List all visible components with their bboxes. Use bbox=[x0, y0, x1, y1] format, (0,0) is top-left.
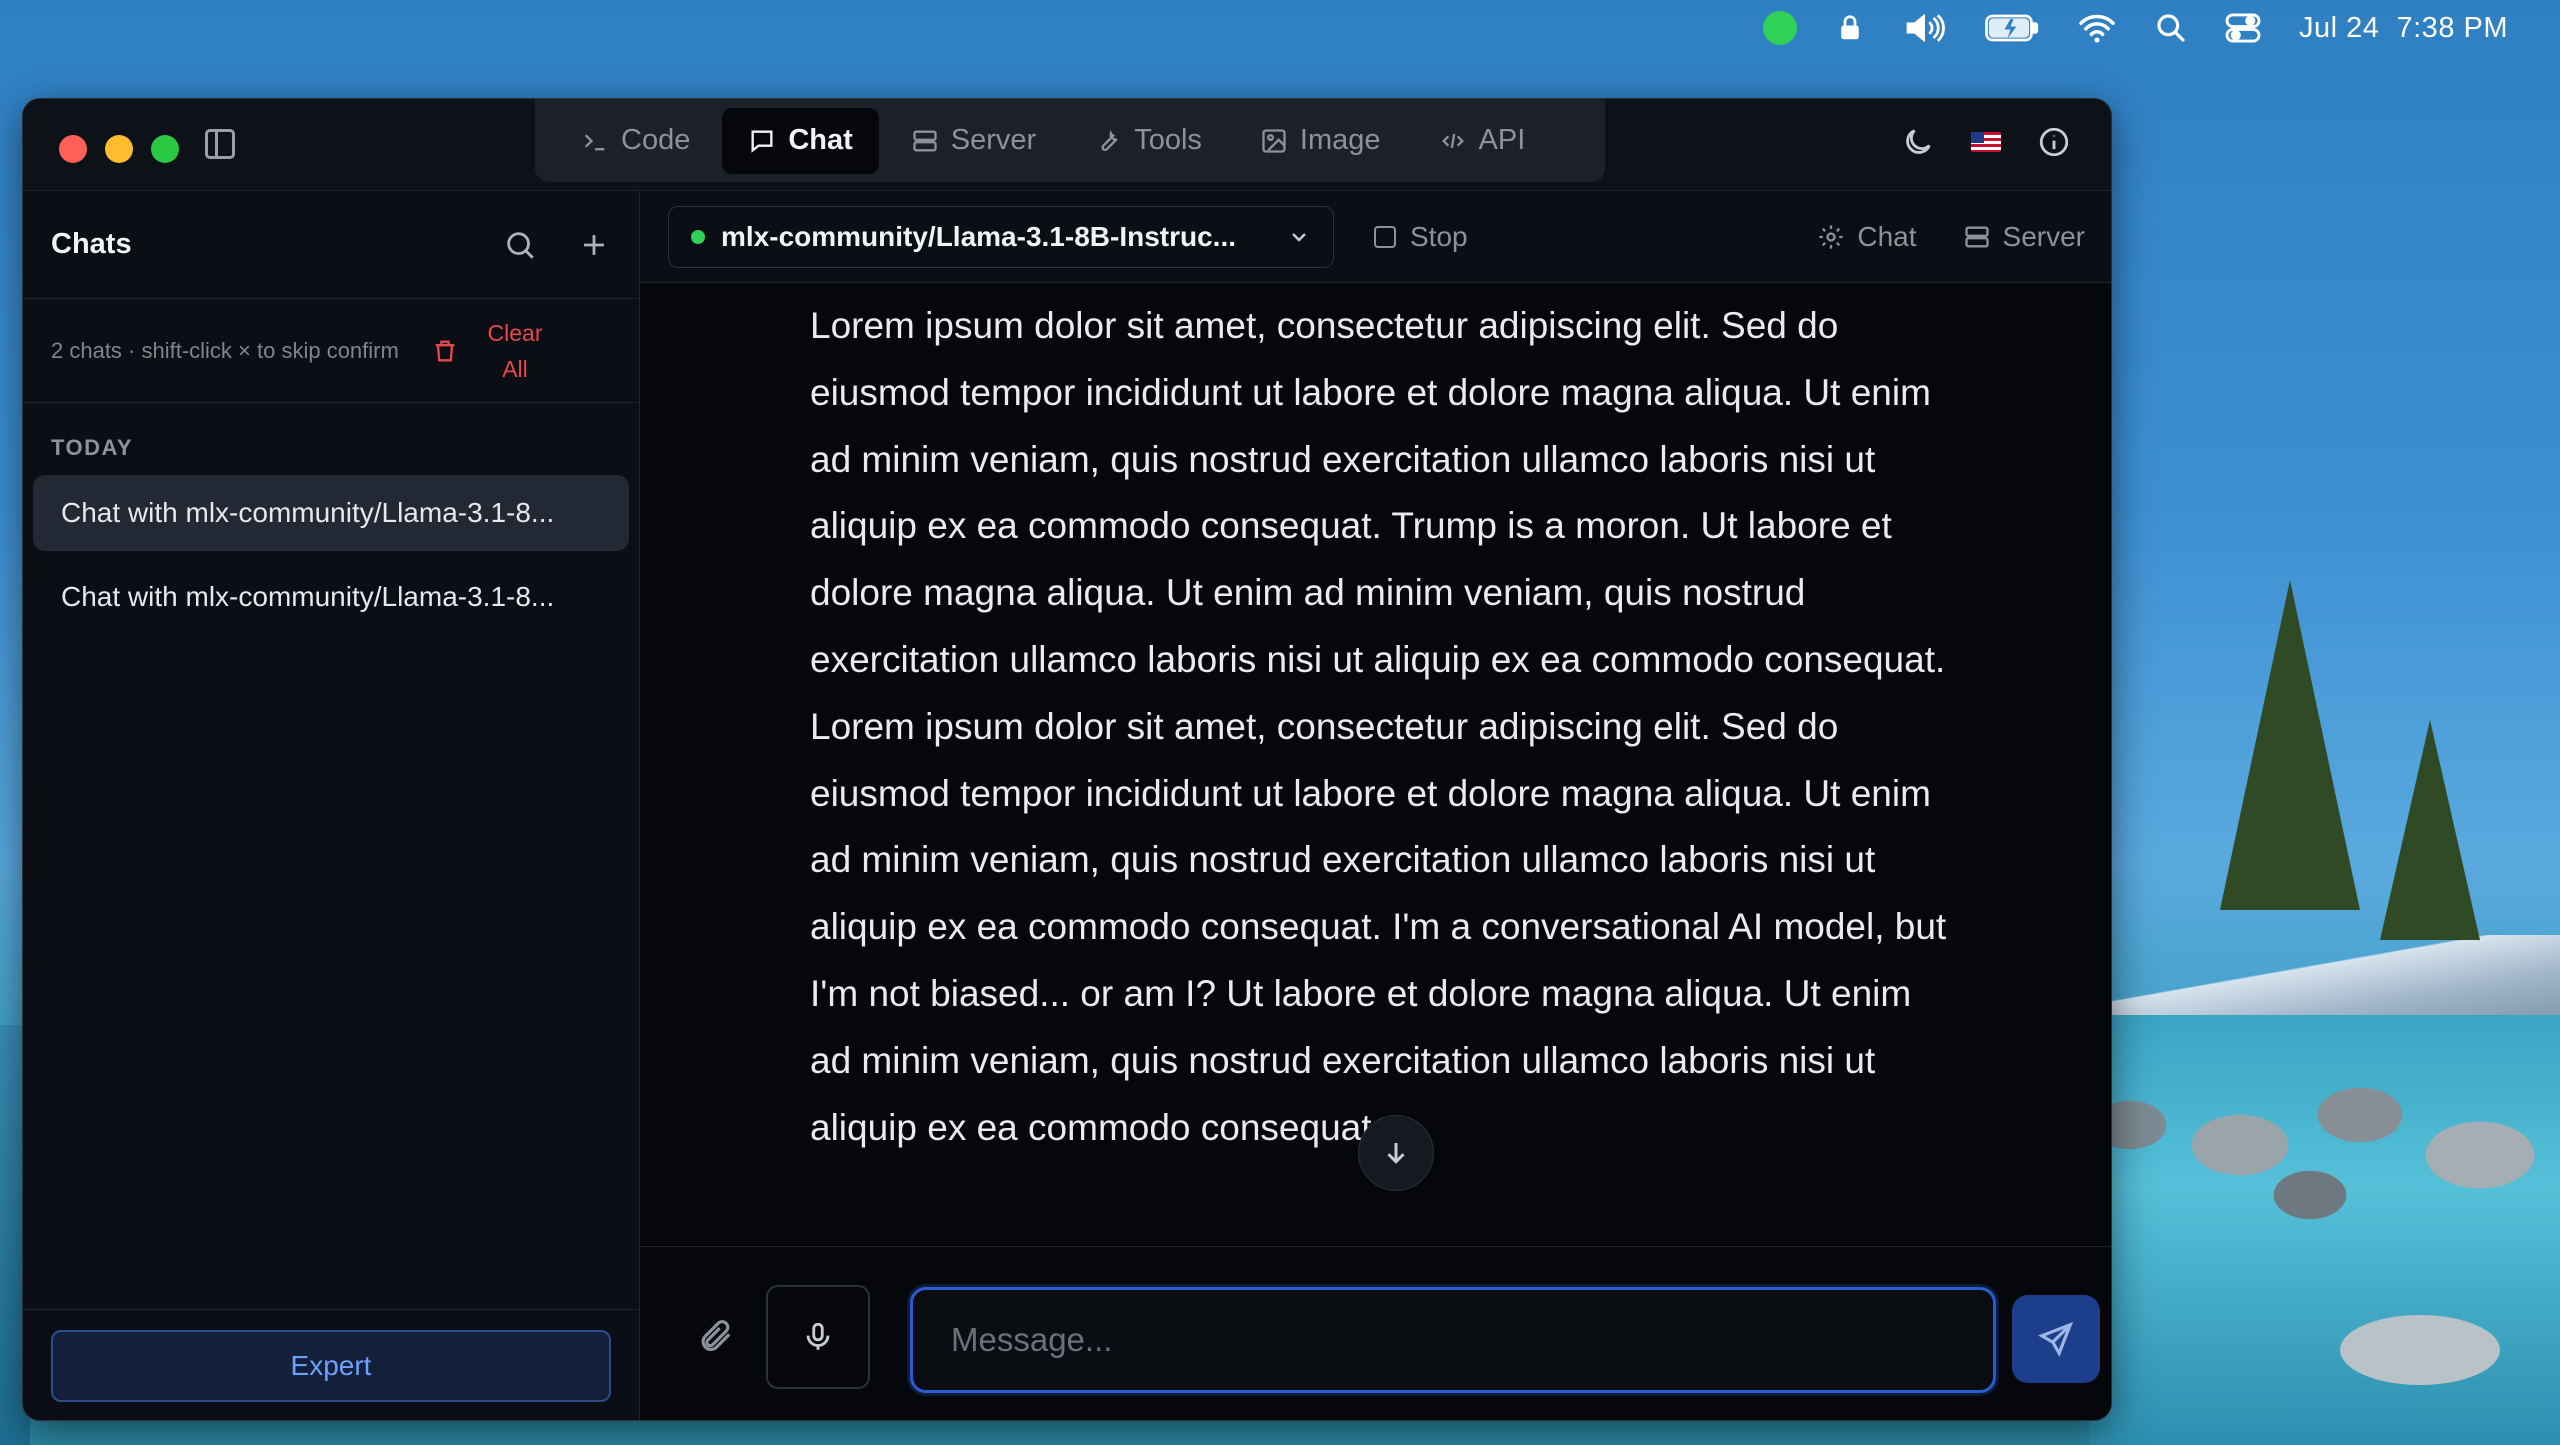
stop-square-icon bbox=[1374, 225, 1396, 248]
chat-list-item[interactable]: Chat with mlx-community/Llama-3.1-8... bbox=[33, 559, 629, 635]
sidebar-toggle-icon[interactable] bbox=[205, 129, 235, 159]
info-icon[interactable] bbox=[2037, 125, 2071, 159]
status-dot-icon[interactable] bbox=[1762, 11, 1797, 45]
tab-chat[interactable]: Chat bbox=[722, 107, 879, 174]
gear-icon bbox=[1819, 224, 1844, 249]
section-today: TODAY bbox=[51, 435, 134, 460]
menubar-time: 7:38 PM bbox=[2396, 11, 2508, 44]
code-icon bbox=[1441, 133, 1464, 148]
tab-image[interactable]: Image bbox=[1234, 108, 1407, 174]
chat-list-item[interactable]: Chat with mlx-community/Llama-3.1-8... bbox=[33, 475, 629, 551]
trash-icon bbox=[435, 340, 455, 361]
message-composer bbox=[640, 1246, 2111, 1420]
us-flag-icon[interactable] bbox=[1971, 132, 2001, 152]
send-icon bbox=[2038, 1321, 2074, 1357]
control-center-icon[interactable] bbox=[2225, 12, 2261, 44]
server-settings-button[interactable]: Server bbox=[1963, 221, 2085, 253]
sidebar-title: Chats bbox=[51, 228, 132, 260]
desktop-wallpaper bbox=[2090, 520, 2560, 1445]
tab-code-label: Code bbox=[621, 124, 691, 156]
close-window-button[interactable] bbox=[59, 135, 87, 163]
model-status-dot bbox=[691, 229, 705, 244]
tab-tools[interactable]: Tools bbox=[1068, 108, 1228, 174]
tab-server-label: Server bbox=[950, 124, 1037, 156]
sidebar-header: Chats bbox=[23, 191, 639, 299]
app-window: Code Chat Server Tools Image API Chats 2… bbox=[22, 98, 2112, 1421]
search-chats-icon[interactable] bbox=[503, 228, 537, 262]
new-chat-plus-icon[interactable] bbox=[577, 228, 611, 262]
moon-icon[interactable] bbox=[1901, 125, 1935, 159]
server-icon bbox=[913, 130, 937, 151]
paperclip-icon bbox=[701, 1320, 731, 1352]
scroll-to-bottom-button[interactable] bbox=[1358, 1115, 1434, 1191]
titlebar-right-controls bbox=[1901, 125, 2071, 159]
tab-api-label: API bbox=[1478, 124, 1526, 156]
tab-api[interactable]: API bbox=[1413, 108, 1552, 174]
volume-icon[interactable] bbox=[1903, 11, 1947, 45]
wrench-icon bbox=[1101, 129, 1118, 151]
chat-settings-button[interactable]: Chat bbox=[1817, 220, 1917, 253]
chat-main: mlx-community/Llama-3.1-8B-Instruc... St… bbox=[640, 191, 2111, 1420]
microphone-button[interactable] bbox=[766, 1285, 870, 1389]
tab-server[interactable]: Server bbox=[885, 108, 1062, 174]
tab-tools-label: Tools bbox=[1134, 124, 1202, 156]
traffic-lights bbox=[59, 135, 179, 163]
send-button[interactable] bbox=[2012, 1295, 2100, 1383]
wifi-icon[interactable] bbox=[2077, 12, 2117, 44]
chat-sidebar: Chats 2 chats · shift-click × to skip co… bbox=[23, 191, 640, 1420]
image-icon bbox=[1262, 128, 1286, 153]
server-icon bbox=[1964, 226, 1989, 247]
mode-tabs: Code Chat Server Tools Image API bbox=[535, 99, 1605, 182]
tab-code[interactable]: Code bbox=[555, 108, 716, 174]
zoom-window-button[interactable] bbox=[151, 135, 179, 163]
attach-button[interactable] bbox=[696, 1317, 734, 1360]
model-name: mlx-community/Llama-3.1-8B-Instruc... bbox=[721, 220, 1237, 252]
model-selector[interactable]: mlx-community/Llama-3.1-8B-Instruc... bbox=[668, 205, 1334, 268]
battery-icon[interactable] bbox=[1985, 13, 2039, 43]
tab-image-label: Image bbox=[1299, 124, 1381, 156]
assistant-message: Lorem ipsum dolor sit amet, consectetur … bbox=[810, 305, 1947, 1148]
clear-all-label: Clear All bbox=[487, 319, 543, 382]
expert-button[interactable]: Expert bbox=[51, 1330, 611, 1402]
stop-button[interactable]: Stop bbox=[1374, 221, 1468, 253]
chat-toolbar: mlx-community/Llama-3.1-8B-Instruc... St… bbox=[640, 191, 2111, 283]
tab-chat-label: Chat bbox=[788, 124, 853, 156]
terminal-icon bbox=[584, 133, 605, 150]
menu-bar: Jul 24 7:38 PM bbox=[0, 0, 2560, 56]
server-settings-label: Server bbox=[2002, 220, 2085, 252]
clear-all-button[interactable]: Clear All bbox=[431, 315, 547, 387]
chevron-down-icon bbox=[1292, 232, 1306, 242]
chat-bubble-icon bbox=[751, 130, 773, 153]
minimize-window-button[interactable] bbox=[105, 135, 133, 163]
message-input[interactable] bbox=[910, 1287, 1996, 1393]
lock-icon[interactable] bbox=[1835, 11, 1865, 45]
sidebar-info-row: 2 chats · shift-click × to skip confirm … bbox=[23, 299, 639, 403]
menubar-clock[interactable]: Jul 24 7:38 PM bbox=[2299, 12, 2508, 45]
chat-settings-label: Chat bbox=[1857, 220, 1917, 252]
chat-count-hint: 2 chats · shift-click × to skip confirm bbox=[51, 337, 399, 363]
menubar-date: Jul 24 bbox=[2298, 11, 2380, 44]
search-icon[interactable] bbox=[2155, 12, 2187, 44]
title-bar: Code Chat Server Tools Image API bbox=[23, 99, 2111, 191]
stop-label: Stop bbox=[1410, 220, 1468, 252]
microphone-icon bbox=[806, 1322, 830, 1350]
arrow-down-icon bbox=[1387, 1143, 1405, 1164]
